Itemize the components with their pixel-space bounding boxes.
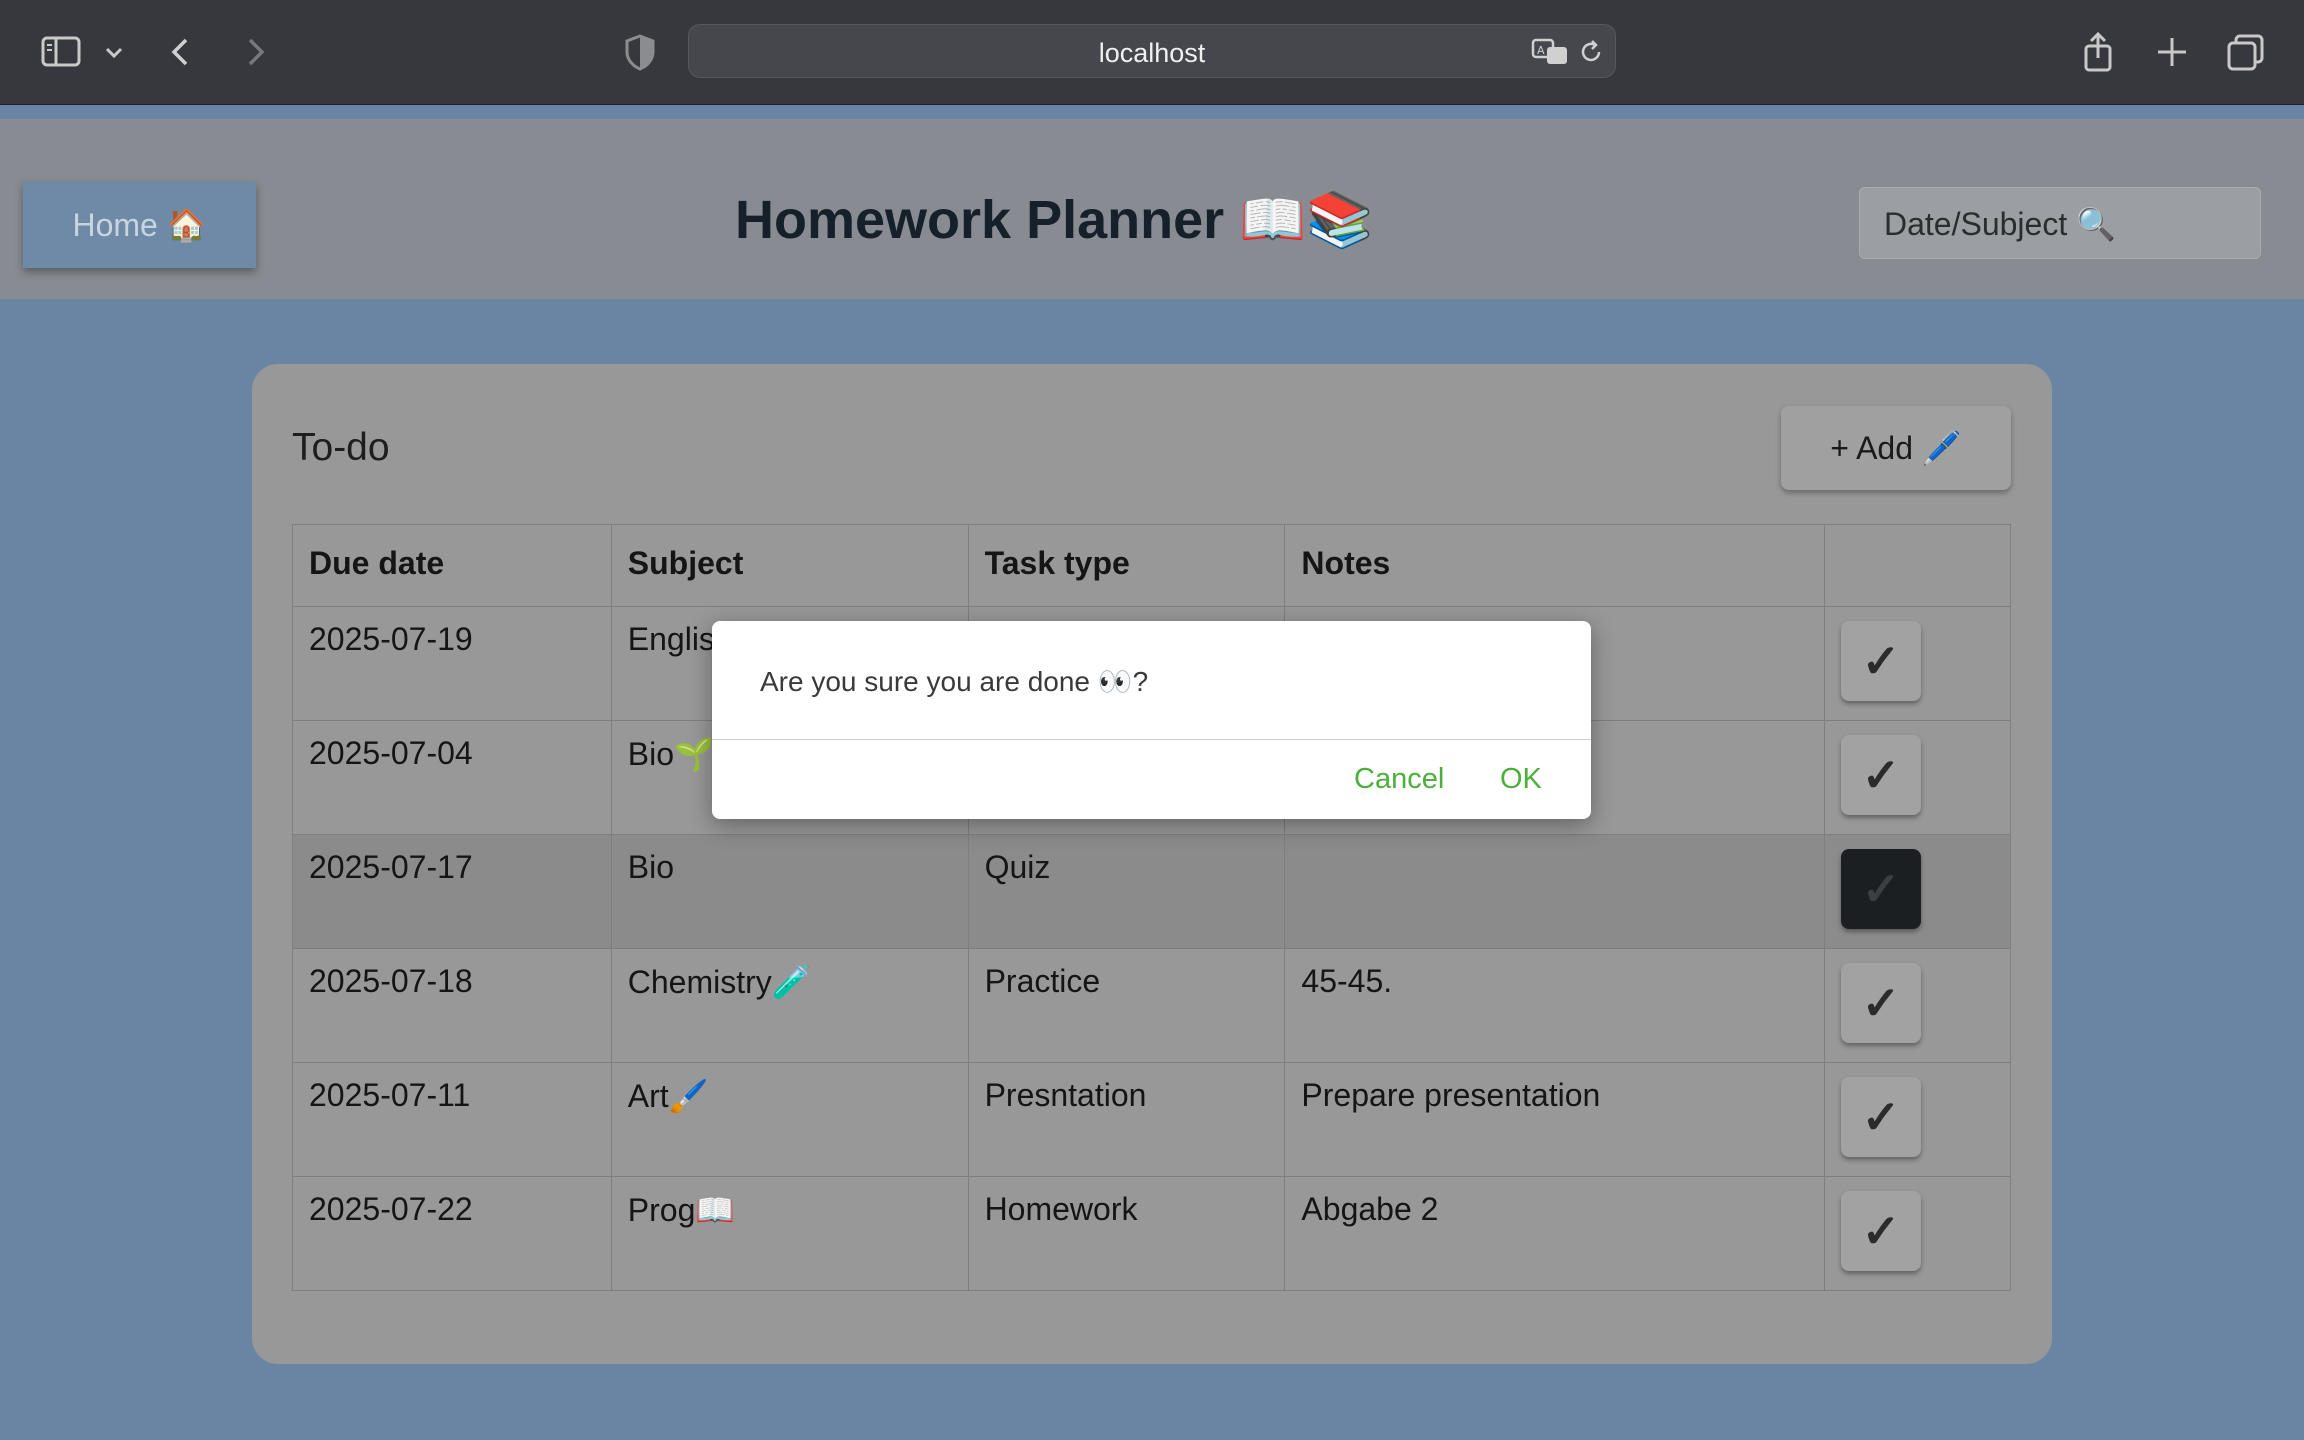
cell-due: 2025-07-17 bbox=[292, 834, 612, 949]
sidebar-icon[interactable] bbox=[40, 30, 84, 74]
dialog-message: Are you sure you are done 👀? bbox=[760, 666, 1149, 697]
table-row: 2025-07-18 Chemistry🧪 Practice 45-45. ✓ bbox=[292, 948, 2011, 1063]
cell-notes: Abgabe 2 bbox=[1284, 1176, 1826, 1291]
cell-type: Quiz bbox=[967, 834, 1286, 949]
chevron-down-icon[interactable] bbox=[102, 30, 126, 74]
app-header: Home 🏠 Homework Planner 📖📚 Date/Subject … bbox=[0, 119, 2304, 299]
cell-done: ✓ bbox=[1824, 1176, 2011, 1291]
cell-subject: Bio bbox=[610, 834, 969, 949]
cell-notes bbox=[1284, 834, 1826, 949]
shield-icon[interactable] bbox=[618, 30, 662, 74]
browser-toolbar: localhost A bbox=[0, 0, 2304, 105]
new-tab-icon[interactable] bbox=[2150, 30, 2194, 74]
cell-done: ✓ bbox=[1824, 834, 2011, 949]
cell-due: 2025-07-22 bbox=[292, 1176, 612, 1291]
url-text: localhost bbox=[1098, 38, 1206, 68]
cancel-button[interactable]: Cancel bbox=[1354, 763, 1444, 796]
todo-card: To-do + Add 🖊️ Due date Subject Task typ… bbox=[252, 364, 2052, 1364]
done-button[interactable]: ✓ bbox=[1841, 735, 1922, 815]
cell-done: ✓ bbox=[1824, 948, 2011, 1063]
cell-subject: Prog📖 bbox=[610, 1176, 969, 1291]
header-subject[interactable]: Subject bbox=[610, 524, 969, 607]
done-button[interactable]: ✓ bbox=[1841, 621, 1922, 701]
cell-type: Homework bbox=[967, 1176, 1286, 1291]
table-header-row: Due date Subject Task type Notes bbox=[292, 524, 2011, 607]
cell-subject: Art🖌️ bbox=[610, 1062, 969, 1177]
search-input[interactable]: Date/Subject 🔍 bbox=[1859, 187, 2261, 259]
address-bar[interactable]: localhost A bbox=[688, 24, 1616, 78]
confirm-dialog: Are you sure you are done 👀? Cancel OK bbox=[712, 621, 1591, 819]
cell-due: 2025-07-11 bbox=[292, 1062, 612, 1177]
reload-icon[interactable] bbox=[1577, 38, 1605, 66]
cell-done: ✓ bbox=[1824, 720, 2011, 835]
cell-notes: 45-45. bbox=[1284, 948, 1826, 1063]
header-task-type[interactable]: Task type bbox=[967, 524, 1286, 607]
home-button[interactable]: Home 🏠 bbox=[23, 182, 256, 268]
translate-icon[interactable]: A bbox=[1531, 37, 1569, 67]
table-row: 2025-07-17 Bio Quiz ✓ bbox=[292, 834, 2011, 949]
todo-title: To-do bbox=[292, 426, 390, 469]
dialog-divider bbox=[712, 739, 1591, 740]
header-notes[interactable]: Notes bbox=[1284, 524, 1826, 607]
done-button[interactable]: ✓ bbox=[1841, 963, 1922, 1043]
tab-overview-icon[interactable] bbox=[2224, 30, 2268, 74]
header-due-date[interactable]: Due date bbox=[292, 524, 612, 607]
ok-button[interactable]: OK bbox=[1500, 763, 1542, 796]
forward-icon[interactable] bbox=[232, 30, 276, 74]
table-row: 2025-07-11 Art🖌️ Presntation Prepare pre… bbox=[292, 1062, 2011, 1177]
done-button[interactable]: ✓ bbox=[1841, 849, 1922, 929]
cell-subject: Chemistry🧪 bbox=[610, 948, 969, 1063]
done-button[interactable]: ✓ bbox=[1841, 1077, 1922, 1157]
cell-notes: Prepare presentation bbox=[1284, 1062, 1826, 1177]
cell-done: ✓ bbox=[1824, 1062, 2011, 1177]
cell-done: ✓ bbox=[1824, 606, 2011, 721]
cell-due: 2025-07-18 bbox=[292, 948, 612, 1063]
page-title: Homework Planner 📖📚 bbox=[735, 190, 1374, 250]
back-icon[interactable] bbox=[160, 30, 204, 74]
svg-text:A: A bbox=[1537, 44, 1545, 57]
cell-due: 2025-07-04 bbox=[292, 720, 612, 835]
cell-due: 2025-07-19 bbox=[292, 606, 612, 721]
share-icon[interactable] bbox=[2076, 30, 2120, 74]
add-button[interactable]: + Add 🖊️ bbox=[1781, 406, 2011, 490]
header-done bbox=[1824, 524, 2011, 607]
table-row: 2025-07-22 Prog📖 Homework Abgabe 2 ✓ bbox=[292, 1176, 2011, 1291]
cell-type: Practice bbox=[967, 948, 1286, 1063]
done-button[interactable]: ✓ bbox=[1841, 1191, 1922, 1271]
cell-type: Presntation bbox=[967, 1062, 1286, 1177]
